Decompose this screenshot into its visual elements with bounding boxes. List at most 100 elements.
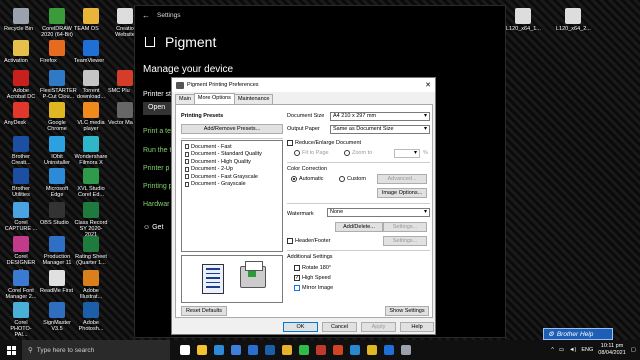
- watermark-settings-button[interactable]: Settings...: [383, 222, 427, 232]
- desktop-icon[interactable]: Google Chrome: [40, 102, 74, 132]
- chevron-up-icon[interactable]: ^: [551, 347, 554, 353]
- desktop-icon[interactable]: Corel CAPTURE ...: [4, 202, 38, 232]
- zoom-to-radio[interactable]: Zoom to: [344, 150, 372, 156]
- desktop-icon[interactable]: Activation: [4, 40, 38, 64]
- output-paper-select[interactable]: Same as Document Size: [330, 125, 430, 134]
- desktop-icon[interactable]: Adobe Illustrat...: [74, 270, 108, 300]
- desktop-icon[interactable]: L120_x64_2...: [556, 8, 591, 32]
- taskbar-app-file-explorer[interactable]: [193, 340, 210, 360]
- desktop-icon[interactable]: Torrent download...: [74, 70, 108, 100]
- taskbar-app-whatsapp[interactable]: [295, 340, 312, 360]
- desktop-icon[interactable]: SignMaster V3.5: [40, 302, 74, 332]
- desktop-icon[interactable]: Adobe Acrobat DC: [4, 70, 38, 100]
- automatic-radio[interactable]: Automatic: [291, 176, 323, 182]
- desktop-icon[interactable]: XVL Studio Corel Ed...: [74, 168, 108, 198]
- taskbar-app-teamviewer[interactable]: [380, 340, 397, 360]
- desktop-icon[interactable]: Class Record SY 2020-2021: [74, 202, 108, 238]
- apply-button[interactable]: Apply: [361, 322, 396, 332]
- desktop-icon[interactable]: Microsoft Edge: [40, 168, 74, 198]
- tab-maintenance[interactable]: Maintenance: [233, 94, 274, 104]
- taskbar-app-task-view[interactable]: [176, 340, 193, 360]
- desktop-icon[interactable]: Production Manager 11: [40, 236, 74, 266]
- language-indicator[interactable]: ENG: [581, 347, 593, 353]
- taskbar-app-edge[interactable]: [210, 340, 227, 360]
- desktop-icon[interactable]: Recycle Bin: [4, 8, 38, 32]
- cancel-button[interactable]: Cancel: [322, 322, 357, 332]
- document-size-select[interactable]: A4 210 x 297 mm: [330, 112, 430, 121]
- desktop-icon[interactable]: AnyDesk: [4, 102, 38, 126]
- volume-icon[interactable]: ◄): [569, 347, 576, 353]
- advanced-button[interactable]: Advanced...: [377, 174, 427, 184]
- close-icon[interactable]: ✕: [421, 81, 435, 89]
- custom-radio[interactable]: Custom: [339, 176, 366, 182]
- show-settings-button[interactable]: Show Settings: [385, 306, 429, 316]
- tab-main[interactable]: Main: [175, 94, 195, 104]
- desktop-icon[interactable]: Wondershare Filmora X: [74, 136, 108, 166]
- preset-item[interactable]: Document - 2-Up: [185, 166, 279, 174]
- desktop-icon[interactable]: Brother Creati...: [4, 136, 38, 166]
- presets-list[interactable]: Document - Fast Document - Standard Quali…: [181, 140, 283, 252]
- network-icon[interactable]: ▭: [559, 347, 564, 353]
- desktop-icon[interactable]: IObit Uninstaller: [40, 136, 74, 166]
- tab-more-options[interactable]: More Options: [193, 93, 235, 104]
- header-footer-checkbox[interactable]: Header/Footer: [287, 238, 330, 244]
- open-queue-button[interactable]: Open: [143, 102, 173, 115]
- desktop-icon[interactable]: VLC media player: [74, 102, 108, 132]
- desktop-icon[interactable]: L120_x64_1...: [506, 8, 541, 32]
- desktop-icon[interactable]: Rating Sheet (Quarter 1...: [74, 236, 108, 266]
- run-troubleshooter-link[interactable]: Run the t: [143, 147, 171, 154]
- high-speed-checkbox[interactable]: ✓ High Speed: [294, 275, 331, 281]
- preset-item[interactable]: Document - Grayscale: [185, 181, 279, 189]
- desktop-icon[interactable]: Adobe Photosh...: [74, 302, 108, 332]
- taskbar-search[interactable]: ⚲ Type here to search: [22, 340, 170, 360]
- taskbar-app-powerpoint[interactable]: [329, 340, 346, 360]
- preset-item[interactable]: Document - Standard Quality: [185, 151, 279, 159]
- get-help-link[interactable]: ☺ Get: [143, 224, 163, 231]
- desktop-icon[interactable]: Firefox: [40, 40, 74, 64]
- fit-to-page-radio[interactable]: Fit to Page: [294, 150, 329, 156]
- desktop-icon[interactable]: ReadMe First: [40, 270, 74, 294]
- start-button[interactable]: [0, 340, 22, 360]
- desktop-icon[interactable]: CorelDRAW 2020 (64-Bit): [40, 8, 74, 38]
- watermark-select[interactable]: None: [327, 208, 430, 217]
- preset-item[interactable]: Document - High Quality: [185, 158, 279, 166]
- preset-item[interactable]: Document - Fast: [185, 143, 279, 151]
- desktop-icon[interactable]: Corel PHOTO-PAI...: [4, 302, 38, 338]
- header-footer-settings-button[interactable]: Settings...: [383, 236, 427, 246]
- hardware-properties-link[interactable]: Hardwar: [143, 201, 169, 208]
- file-explorer-icon: [196, 345, 207, 355]
- reset-defaults-button[interactable]: Reset Defaults: [181, 306, 227, 316]
- taskbar-app-chrome[interactable]: [363, 340, 380, 360]
- taskbar-app-photoshop[interactable]: [261, 340, 278, 360]
- mirror-image-checkbox[interactable]: Mirror Image: [294, 285, 333, 291]
- notifications-icon[interactable]: ▢: [631, 347, 636, 353]
- rotate-180-checkbox[interactable]: Rotate 180°: [294, 265, 331, 271]
- reduce-enlarge-checkbox[interactable]: Reduce/Enlarge Document: [287, 140, 361, 146]
- printing-preferences-link[interactable]: Printing p: [143, 183, 173, 190]
- taskbar-app-file-explorer-2[interactable]: [278, 340, 295, 360]
- desktop-icon[interactable]: Corel DESIGNER ...: [4, 236, 38, 272]
- desktop-icon[interactable]: OBS Studio: [40, 202, 74, 226]
- brother-help-button[interactable]: ⚙ Brother Help: [543, 328, 613, 340]
- taskbar-app-vscode[interactable]: [346, 340, 363, 360]
- desktop-icon[interactable]: TEAM OS: [74, 8, 108, 32]
- taskbar-app-store[interactable]: [227, 340, 244, 360]
- help-button[interactable]: Help: [400, 322, 434, 332]
- add-delete-button[interactable]: Add/Delete...: [335, 222, 383, 232]
- desktop-icon[interactable]: Brother Utilities: [4, 168, 38, 198]
- taskbar-app-mail[interactable]: [244, 340, 261, 360]
- print-test-page-link[interactable]: Print a te: [143, 128, 171, 135]
- preset-item[interactable]: Document - Fast Grayscale: [185, 173, 279, 181]
- taskbar-app-illustrator[interactable]: [312, 340, 329, 360]
- add-remove-presets-button[interactable]: Add/Remove Presets...: [181, 124, 283, 134]
- back-arrow-icon[interactable]: ←: [135, 11, 157, 20]
- clock[interactable]: 10:11 pm 08/04/2021: [598, 343, 626, 357]
- image-options-button[interactable]: Image Options...: [377, 188, 427, 198]
- ok-button[interactable]: OK: [283, 322, 318, 332]
- taskbar-app-printer[interactable]: [397, 340, 414, 360]
- desktop-icon[interactable]: FlexiSTARTER P-Cut Clou...: [40, 70, 77, 100]
- printer-properties-link[interactable]: Printer p: [143, 165, 169, 172]
- desktop-icon[interactable]: Corel Font Manager 2...: [4, 270, 38, 300]
- desktop-icon[interactable]: TeamViewer: [74, 40, 108, 64]
- zoom-spinner[interactable]: [394, 149, 420, 158]
